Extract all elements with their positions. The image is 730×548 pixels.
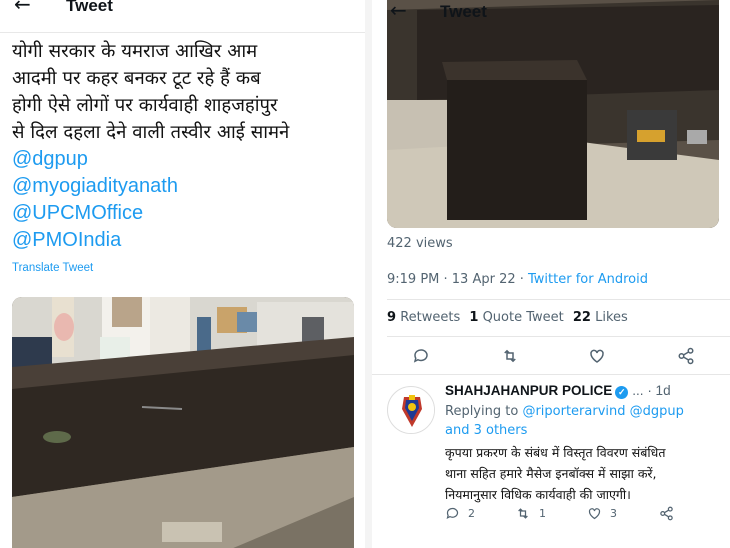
reply-text: कृपया प्रकरण के संबंध में विस्तृत विवरण … bbox=[445, 442, 730, 505]
mention-link[interactable]: @PMOIndia bbox=[12, 229, 121, 252]
tweet-line: होगी ऐसे लोगों पर कार्यवाही शाहजहांपुर bbox=[12, 95, 278, 116]
like-icon[interactable] bbox=[588, 347, 610, 367]
quote-tweets-stat[interactable]: 1 Quote Tweet bbox=[469, 310, 563, 325]
translate-tweet-link[interactable]: Translate Tweet bbox=[12, 262, 93, 274]
like-count: 3 bbox=[610, 507, 617, 520]
police-emblem-icon bbox=[389, 388, 434, 433]
reply-retweet-button[interactable]: 1 bbox=[515, 506, 546, 521]
page-title: Tweet bbox=[440, 2, 487, 21]
tweet-line: आदमी पर कहर बनकर टूट रहे हैं कब bbox=[12, 68, 261, 89]
back-arrow-icon[interactable]: ← bbox=[14, 0, 31, 14]
panel-separator bbox=[365, 0, 372, 548]
reply-line: कृपया प्रकरण के संबंध में विस्तृत विवरण … bbox=[445, 445, 666, 460]
tweet-stats: 9 Retweets 1 Quote Tweet 22 Likes bbox=[387, 310, 633, 325]
reply-time: · 1d bbox=[647, 383, 671, 398]
right-tweet-panel: ← Tweet 422 views 9:19 PM · 13 Apr 22 · … bbox=[372, 0, 730, 548]
reply-count: 2 bbox=[468, 507, 475, 520]
office-scene-image bbox=[12, 297, 354, 548]
back-arrow-icon[interactable]: ← bbox=[390, 0, 407, 20]
author-handle: ... bbox=[632, 383, 644, 398]
like-icon bbox=[588, 508, 601, 520]
reply-share-button[interactable] bbox=[659, 506, 674, 521]
divider bbox=[372, 374, 730, 375]
tweet-source-link[interactable]: Twitter for Android bbox=[528, 272, 648, 287]
tweet-time: 9:19 PM · 13 Apr 22 · bbox=[387, 272, 529, 287]
likes-label: Likes bbox=[595, 310, 628, 325]
reply-like-button[interactable]: 3 bbox=[587, 506, 617, 521]
tweet-actions bbox=[402, 347, 702, 367]
tweet-line: से दिल दहला देने वाली तस्वीर आई सामने bbox=[12, 122, 290, 143]
reply-line: नियमानुसार विधिक कार्यवाही की जाएगी। bbox=[445, 487, 631, 502]
office-table-image bbox=[387, 0, 719, 228]
divider bbox=[387, 299, 730, 300]
reply-reply-button[interactable]: 2 bbox=[445, 506, 475, 521]
retweet-icon bbox=[518, 508, 528, 519]
tweet-photo[interactable] bbox=[12, 297, 354, 548]
retweets-label: Retweets bbox=[400, 310, 461, 325]
share-icon bbox=[660, 506, 673, 521]
likes-count: 22 bbox=[572, 310, 591, 325]
view-count: 422 views bbox=[387, 236, 453, 251]
tweet-line: योगी सरकार के यमराज आखिर आम bbox=[12, 41, 258, 62]
reply-icon[interactable] bbox=[412, 347, 434, 367]
mention-link[interactable]: @myogiadityanath bbox=[12, 175, 178, 198]
author-name: SHAHJAHANPUR POLICE bbox=[445, 383, 613, 398]
tweet-timestamp: 9:19 PM · 13 Apr 22 · Twitter for Androi… bbox=[387, 272, 648, 287]
verified-badge-icon: ✓ bbox=[615, 386, 629, 399]
top-bar: ← Tweet bbox=[0, 0, 365, 18]
page-title: Tweet bbox=[66, 0, 113, 15]
retweets-count: 9 bbox=[387, 310, 397, 325]
replying-to: Replying to @riporterarvind @dgpup and 3… bbox=[445, 402, 725, 440]
reply-icon bbox=[446, 507, 459, 520]
retweets-stat[interactable]: 9 Retweets bbox=[387, 310, 460, 325]
quotes-count: 1 bbox=[469, 310, 479, 325]
retweet-icon[interactable] bbox=[500, 347, 522, 367]
reply-tweet[interactable]: SHAHJAHANPUR POLICE ✓... · 1d Replying to… bbox=[372, 378, 730, 548]
divider bbox=[387, 336, 730, 337]
reply-line: थाना सहित हमारे मैसेज इनबॉक्स में साझा क… bbox=[445, 466, 657, 481]
quotes-label: Quote Tweet bbox=[482, 310, 564, 325]
divider bbox=[0, 32, 365, 33]
retweet-count: 1 bbox=[539, 507, 546, 520]
tweet-video[interactable] bbox=[387, 0, 719, 228]
mention-link[interactable]: @dgpup bbox=[12, 148, 88, 171]
tweet-text: योगी सरकार के यमराज आखिर आम आदमी पर कहर … bbox=[12, 38, 357, 146]
avatar[interactable] bbox=[387, 386, 435, 434]
top-bar: ← Tweet bbox=[372, 0, 730, 22]
share-icon[interactable] bbox=[677, 347, 699, 367]
replying-users-link[interactable]: @riporterarvind @dgpup bbox=[522, 404, 683, 419]
likes-stat[interactable]: 22 Likes bbox=[573, 310, 628, 325]
mention-link[interactable]: @UPCMOffice bbox=[12, 202, 143, 225]
replying-more-link[interactable]: and 3 others bbox=[445, 423, 527, 438]
left-tweet-panel: ← Tweet योगी सरकार के यमराज आखिर आम आदमी… bbox=[0, 0, 365, 548]
replying-prefix: Replying to bbox=[445, 404, 523, 419]
reply-author[interactable]: SHAHJAHANPUR POLICE ✓... · 1d bbox=[445, 383, 671, 399]
